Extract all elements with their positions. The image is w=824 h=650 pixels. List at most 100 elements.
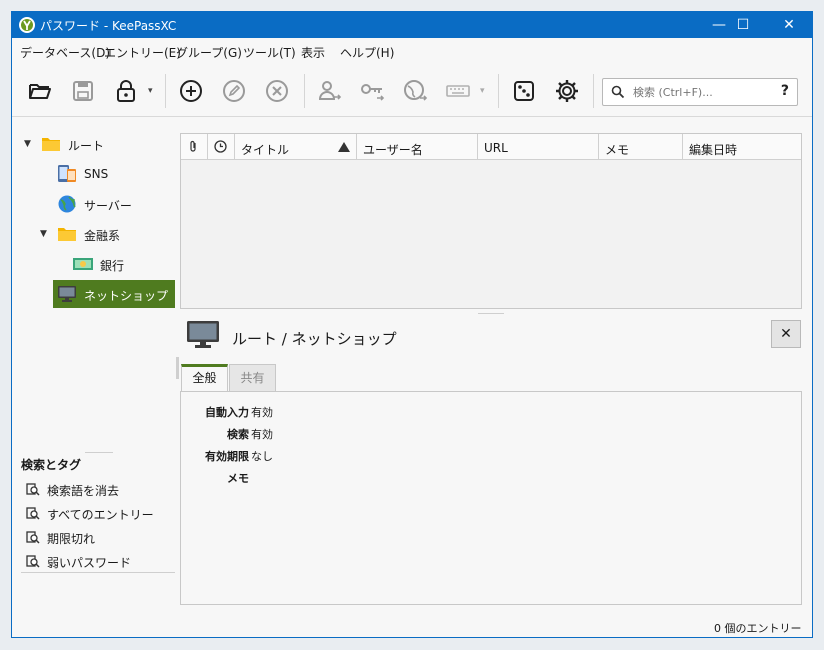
monitor-icon: [187, 321, 219, 348]
save-database-button[interactable]: [68, 76, 98, 106]
autotype-button[interactable]: [443, 76, 473, 106]
money-icon: [73, 258, 93, 270]
column-header-label: 編集日時: [689, 143, 738, 157]
tree-item-net-shop[interactable]: ネットショップ: [53, 280, 175, 308]
delete-entry-icon: [266, 80, 288, 102]
tree-item-label: 銀行: [100, 259, 125, 273]
open-database-button[interactable]: [25, 76, 55, 106]
tree-item-sns[interactable]: SNS: [12, 160, 177, 188]
menu-database[interactable]: データベース(D): [20, 44, 110, 61]
tree-item-finance[interactable]: ▼ 金融系: [12, 220, 177, 248]
toolbar-separator: [304, 74, 305, 108]
title-bar[interactable]: パスワード - KeePassXC — ☐ ✕: [12, 12, 812, 38]
sidebar-splitter-handle[interactable]: [176, 357, 179, 379]
search-box[interactable]: ?: [602, 78, 798, 106]
lock-dropdown-icon[interactable]: ▾: [148, 86, 153, 96]
column-header-label: タイトル: [241, 143, 290, 157]
tree-item-label: サーバー: [84, 199, 132, 213]
menu-view[interactable]: 表示: [301, 44, 325, 61]
column-header-expiry[interactable]: [208, 134, 235, 160]
tree-item-bank[interactable]: 銀行: [12, 250, 177, 278]
copy-password-icon: [361, 84, 385, 101]
tags-header: 検索とタグ: [21, 458, 82, 472]
settings-icon: [556, 80, 578, 102]
detail-value-search: 有効: [251, 428, 273, 441]
detail-value-autotype: 有効: [251, 406, 273, 419]
column-header-notes[interactable]: メモ: [599, 134, 683, 160]
toolbar: ▾ ▾ 検索 (Ctrl+F)... ?: [12, 64, 812, 117]
detail-key-autotype: 自動入力: [205, 406, 249, 419]
detail-key-notes: メモ: [227, 472, 249, 485]
tag-search-icon: [26, 555, 40, 568]
copy-username-button[interactable]: [314, 76, 344, 106]
globe-icon: [58, 195, 76, 213]
edit-entry-button[interactable]: [219, 76, 249, 106]
keepassxc-window: パスワード - KeePassXC — ☐ ✕ データベース(D) エントリー(…: [11, 11, 813, 638]
expand-icon[interactable]: ▼: [40, 229, 47, 239]
add-entry-button[interactable]: [176, 76, 206, 106]
tab-general[interactable]: 全般: [181, 364, 228, 392]
close-window-button[interactable]: ✕: [766, 12, 812, 38]
tag-search-icon: [26, 507, 40, 520]
status-entry-count: 0 個のエントリー: [714, 622, 802, 635]
folder-icon: [42, 138, 60, 151]
copy-password-button[interactable]: [357, 76, 387, 106]
tree-item-label: ネットショップ: [84, 289, 169, 303]
menu-tools[interactable]: ツール(T): [243, 44, 296, 61]
tags-divider: [21, 572, 175, 573]
open-url-button[interactable]: [400, 76, 430, 106]
preview-splitter-handle[interactable]: [478, 313, 504, 314]
tag-label: 検索語を消去: [47, 484, 120, 498]
autotype-dropdown-icon[interactable]: ▾: [480, 86, 485, 96]
toolbar-separator: [593, 74, 594, 108]
toolbar-separator: [165, 74, 166, 108]
maximize-button[interactable]: ☐: [723, 12, 763, 38]
tag-search-icon: [26, 483, 40, 496]
detail-key-search: 検索: [227, 428, 249, 441]
lock-icon: [117, 80, 135, 102]
entry-table[interactable]: タイトル ユーザー名 URL メモ 編集日時: [180, 133, 802, 309]
column-header-label: URL: [484, 141, 508, 155]
sort-ascending-icon: [338, 142, 350, 152]
autotype-icon: [446, 85, 470, 97]
tag-label: 期限切れ: [47, 532, 96, 546]
search-help-icon[interactable]: ?: [781, 83, 789, 99]
folder-icon: [58, 228, 76, 241]
preview-title: ルート / ネットショップ: [232, 330, 397, 348]
menu-bar: データベース(D) エントリー(E) グループ(G) ツール(T) 表示 ヘルプ…: [12, 38, 812, 62]
lock-database-button[interactable]: [111, 76, 141, 106]
tree-item-server[interactable]: サーバー: [12, 190, 177, 218]
monitor-icon: [58, 286, 76, 302]
expand-icon[interactable]: ▼: [24, 139, 31, 149]
close-preview-button[interactable]: ✕: [771, 320, 801, 348]
tree-item-label: ルート: [68, 139, 105, 153]
column-header-title[interactable]: タイトル: [235, 134, 357, 160]
column-header-label: ユーザー名: [363, 143, 423, 157]
tree-item-root[interactable]: ▼ ルート: [12, 130, 177, 158]
menu-group[interactable]: グループ(G): [176, 44, 242, 61]
column-header-username[interactable]: ユーザー名: [357, 134, 478, 160]
settings-button[interactable]: [552, 76, 582, 106]
column-header-label: メモ: [605, 143, 630, 157]
tag-search-icon: [26, 531, 40, 544]
open-database-icon: [29, 84, 51, 99]
column-header-modified[interactable]: 編集日時: [683, 134, 801, 160]
tab-share[interactable]: 共有: [229, 364, 276, 392]
menu-help[interactable]: ヘルプ(H): [340, 44, 394, 61]
menu-entry[interactable]: エントリー(E): [104, 44, 181, 61]
column-header-attachment[interactable]: [181, 134, 208, 160]
details-panel: [180, 391, 802, 605]
tree-item-label: SNS: [84, 167, 109, 181]
detail-value-expiry: なし: [251, 450, 273, 463]
tags-splitter-handle[interactable]: [85, 452, 113, 453]
tree-item-label: 金融系: [84, 229, 121, 243]
paperclip-icon: [190, 140, 196, 152]
detail-key-expiry: 有効期限: [205, 450, 249, 463]
search-input[interactable]: [633, 84, 763, 100]
column-header-url[interactable]: URL: [478, 134, 599, 160]
open-url-icon: [404, 80, 428, 101]
password-generator-button[interactable]: [509, 76, 539, 106]
window-title: パスワード - KeePassXC: [40, 19, 177, 33]
search-icon: [611, 85, 625, 99]
delete-entry-button[interactable]: [262, 76, 292, 106]
